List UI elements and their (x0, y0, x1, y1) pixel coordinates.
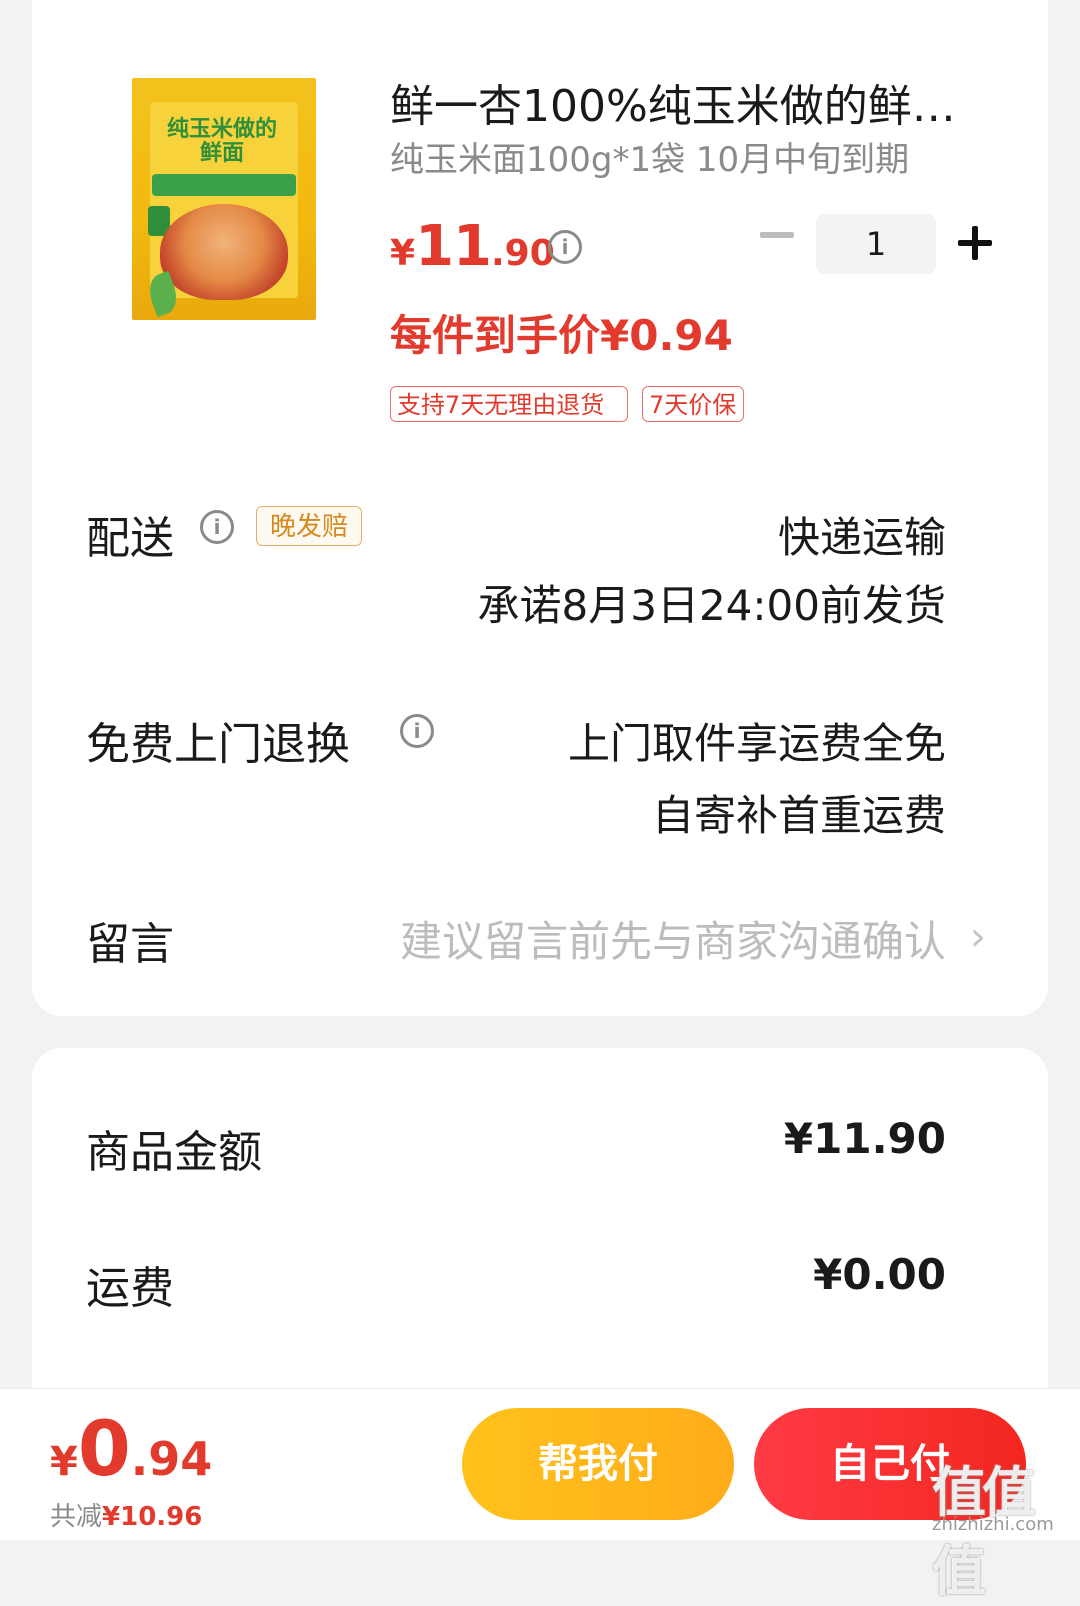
total-currency: ¥ (50, 1439, 78, 1485)
goods-amount-value: ¥11.90 (783, 1114, 946, 1163)
free-return-label: 免费上门退换 (86, 719, 350, 770)
delivery-label: 配送 (86, 513, 174, 564)
price-decimal: .90 (491, 233, 555, 274)
delivery-info-icon[interactable]: i (200, 510, 234, 544)
quantity-decrease-button[interactable] (760, 232, 794, 238)
price-currency: ¥ (390, 233, 416, 274)
shipping-fee-value: ¥0.00 (813, 1250, 946, 1299)
total-price: ¥0.94 (50, 1404, 212, 1493)
unit-price: ¥11.90 (390, 214, 555, 279)
return-info-icon[interactable]: i (400, 714, 434, 748)
message-input[interactable]: 建议留言前先与商家沟通确认 (400, 908, 946, 969)
noodle-bowl-graphic (160, 204, 288, 300)
help-me-pay-button[interactable]: 帮我付 (462, 1408, 734, 1520)
final-price-per-item: 每件到手价¥0.94 (390, 311, 733, 360)
price-info-icon[interactable]: i (548, 230, 582, 264)
late-shipment-compensation-tag: 晚发赔 (256, 506, 362, 546)
site-watermark: 值值值 zhizhizhi.com (932, 1448, 1072, 1603)
goods-amount-label: 商品金额 (86, 1127, 262, 1178)
total-decimal: .94 (130, 1432, 213, 1486)
package-band (152, 174, 296, 196)
return-pickup-text: 上门取件享运费全免 (567, 719, 946, 768)
watermark-url: zhizhizhi.com (932, 1514, 1054, 1535)
quantity-increase-button[interactable] (958, 226, 992, 260)
price-integer: 11 (415, 214, 492, 279)
shipping-promise: 承诺8月3日24:00前发货 (477, 581, 946, 630)
product-spec[interactable]: 纯玉米面100g*1袋 10月中旬到期 (390, 132, 909, 181)
return-policy-tag: 支持7天无理由退货 (390, 386, 628, 422)
message-label: 留言 (86, 919, 174, 970)
product-image[interactable]: 纯玉米做的鲜面 (132, 78, 316, 320)
discount-label: 共减 (50, 1502, 103, 1532)
total-integer: 0 (77, 1404, 131, 1493)
delivery-method: 快递运输 (777, 513, 946, 562)
price-protection-tag: 7天价保 (642, 386, 744, 422)
product-title[interactable]: 鲜一杏100%纯玉米做的鲜… (390, 70, 956, 134)
total-discount: 共减¥10.96 (50, 1496, 202, 1533)
discount-value: ¥10.96 (102, 1502, 203, 1532)
return-self-ship-text: 自寄补首重运费 (651, 791, 946, 840)
shipping-fee-label: 运费 (86, 1263, 174, 1314)
package-title: 纯玉米做的鲜面 (166, 117, 277, 166)
chevron-right-icon[interactable]: › (970, 914, 986, 960)
quantity-input[interactable]: 1 (816, 214, 936, 274)
